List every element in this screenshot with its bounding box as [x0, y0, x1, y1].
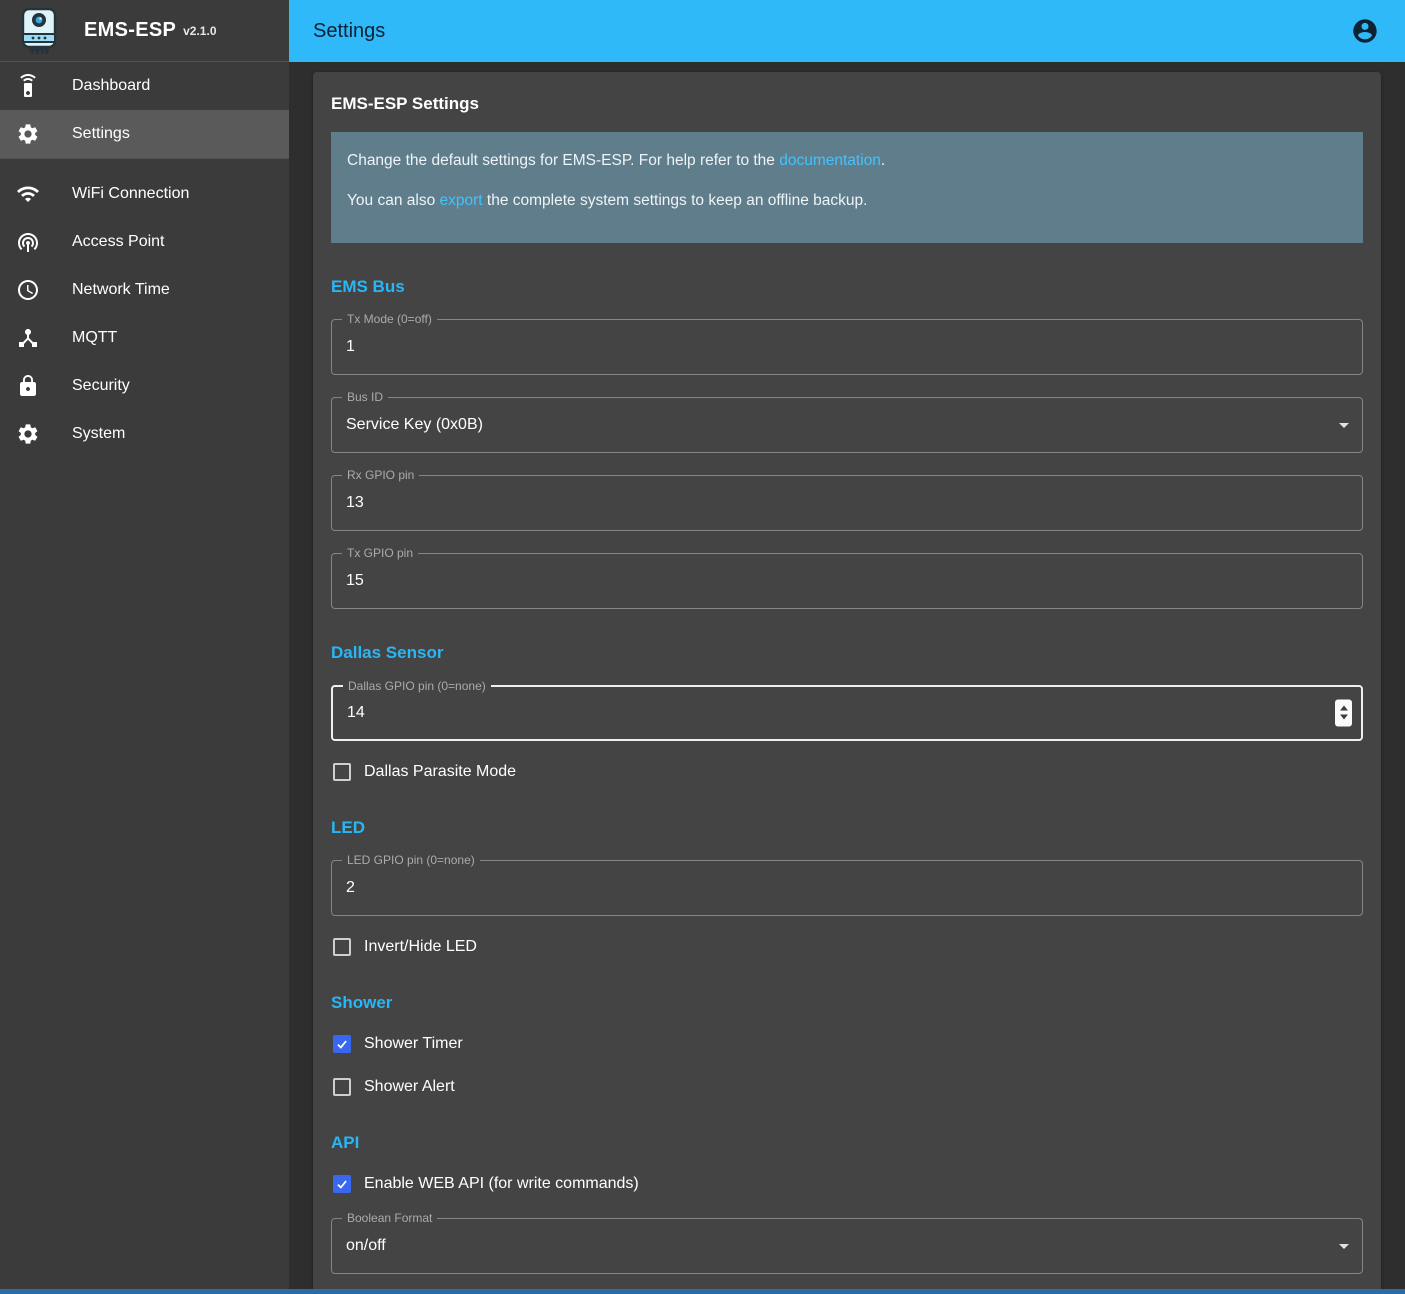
boolean-format-select[interactable]: Boolean Format on/off: [331, 1218, 1363, 1274]
info-line-1: Change the default settings for EMS-ESP.…: [347, 150, 1347, 172]
app-version: v2.1.0: [183, 24, 216, 38]
section-ems-bus: EMS Bus: [331, 277, 1363, 297]
tx-mode-label: Tx Mode (0=off): [342, 313, 437, 326]
checkbox-box[interactable]: [333, 1175, 351, 1193]
sidebar-item-label: Access Point: [72, 233, 164, 251]
info-text: You can also: [347, 192, 440, 209]
checkbox-invert-led[interactable]: Invert/Hide LED: [333, 935, 1363, 959]
checkbox-label: Enable WEB API (for write commands): [364, 1175, 639, 1193]
main-area: Settings EMS-ESP Settings Change the def…: [289, 0, 1405, 1294]
dallas-gpio-label: Dallas GPIO pin (0=none): [343, 680, 491, 693]
topbar: Settings: [289, 0, 1405, 62]
sidebar-item-dashboard[interactable]: Dashboard: [0, 62, 289, 110]
sidebar-item-label: WiFi Connection: [72, 185, 189, 203]
sidebar-spacer: [0, 159, 289, 170]
checkbox-label: Shower Timer: [364, 1035, 463, 1053]
sidebar-item-network-time[interactable]: Network Time: [0, 266, 289, 314]
export-link[interactable]: export: [440, 192, 483, 209]
sidebar-item-security[interactable]: Security: [0, 362, 289, 410]
sidebar: EMS-ESP v2.1.0 Dashboard Settings WiFi C…: [0, 0, 289, 1294]
checkbox-shower-timer[interactable]: Shower Timer: [333, 1032, 1363, 1056]
gear-icon: [16, 422, 40, 446]
checkbox-shower-alert[interactable]: Shower Alert: [333, 1075, 1363, 1099]
sidebar-item-mqtt[interactable]: MQTT: [0, 314, 289, 362]
led-gpio-field: LED GPIO pin (0=none): [331, 860, 1363, 916]
boolean-format-value: on/off: [332, 1219, 1362, 1273]
card-title: EMS-ESP Settings: [331, 92, 1363, 116]
settings-card: EMS-ESP Settings Change the default sett…: [313, 72, 1381, 1294]
checkbox-box[interactable]: [333, 938, 351, 956]
info-text: .: [881, 152, 885, 169]
sidebar-item-access-point[interactable]: Access Point: [0, 218, 289, 266]
sidebar-item-label: MQTT: [72, 329, 117, 347]
info-text: Change the default settings for EMS-ESP.…: [347, 152, 779, 169]
lock-icon: [16, 374, 40, 398]
rx-gpio-label: Rx GPIO pin: [342, 469, 419, 482]
tx-gpio-input[interactable]: [332, 554, 1362, 608]
content-area: EMS-ESP Settings Change the default sett…: [289, 62, 1405, 1294]
tx-mode-field: Tx Mode (0=off): [331, 319, 1363, 375]
rx-gpio-field: Rx GPIO pin: [331, 475, 1363, 531]
rx-gpio-input[interactable]: [332, 476, 1362, 530]
sidebar-item-label: Dashboard: [72, 77, 150, 95]
sidebar-item-system[interactable]: System: [0, 410, 289, 458]
device-hub-icon: [16, 326, 40, 350]
dallas-gpio-input[interactable]: [333, 687, 1361, 739]
spinner-down-icon: [1340, 715, 1348, 720]
led-gpio-label: LED GPIO pin (0=none): [342, 854, 480, 867]
info-box: Change the default settings for EMS-ESP.…: [331, 132, 1363, 243]
checkbox-box[interactable]: [333, 1078, 351, 1096]
bus-id-value: Service Key (0x0B): [332, 398, 1362, 452]
chevron-down-icon: [1339, 1244, 1349, 1249]
section-api: API: [331, 1133, 1363, 1153]
bus-id-select[interactable]: Bus ID Service Key (0x0B): [331, 397, 1363, 453]
section-shower: Shower: [331, 993, 1363, 1013]
account-button[interactable]: [1341, 7, 1389, 55]
number-spinner[interactable]: [1335, 699, 1352, 726]
bottom-accent-bar: [0, 1289, 1405, 1294]
sidebar-item-label: Settings: [72, 125, 130, 143]
wifi-tethering-icon: [16, 230, 40, 254]
page-title: Settings: [313, 20, 1341, 43]
section-led: LED: [331, 818, 1363, 838]
app-name: EMS-ESP: [84, 19, 176, 42]
sidebar-item-label: Network Time: [72, 281, 170, 299]
sidebar-item-label: Security: [72, 377, 130, 395]
tx-gpio-field: Tx GPIO pin: [331, 553, 1363, 609]
sidebar-item-label: System: [72, 425, 125, 443]
boolean-format-label: Boolean Format: [342, 1212, 437, 1225]
checkbox-dallas-parasite[interactable]: Dallas Parasite Mode: [333, 760, 1363, 784]
checkbox-label: Invert/Hide LED: [364, 938, 477, 956]
section-dallas-sensor: Dallas Sensor: [331, 643, 1363, 663]
wifi-icon: [16, 182, 40, 206]
checkbox-label: Dallas Parasite Mode: [364, 763, 516, 781]
sidebar-header: EMS-ESP v2.1.0: [0, 0, 289, 61]
tx-gpio-label: Tx GPIO pin: [342, 547, 418, 560]
checkbox-label: Shower Alert: [364, 1078, 455, 1096]
checkbox-enable-api[interactable]: Enable WEB API (for write commands): [333, 1172, 1363, 1196]
info-text: the complete system settings to keep an …: [483, 192, 868, 209]
sidebar-item-settings[interactable]: Settings: [0, 110, 289, 158]
remote-icon: [16, 74, 40, 98]
dallas-gpio-field: Dallas GPIO pin (0=none): [331, 685, 1363, 741]
led-gpio-input[interactable]: [332, 861, 1362, 915]
info-line-2: You can also export the complete system …: [347, 190, 1347, 212]
spinner-up-icon: [1340, 706, 1348, 711]
checkbox-box[interactable]: [333, 1035, 351, 1053]
clock-icon: [16, 278, 40, 302]
account-circle-icon: [1351, 17, 1379, 45]
sidebar-item-wifi-connection[interactable]: WiFi Connection: [0, 170, 289, 218]
boiler-logo-icon: [20, 8, 58, 54]
documentation-link[interactable]: documentation: [779, 152, 881, 169]
tx-mode-input[interactable]: [332, 320, 1362, 374]
gear-icon: [16, 122, 40, 146]
checkbox-box[interactable]: [333, 763, 351, 781]
bus-id-label: Bus ID: [342, 391, 388, 404]
chevron-down-icon: [1339, 423, 1349, 428]
